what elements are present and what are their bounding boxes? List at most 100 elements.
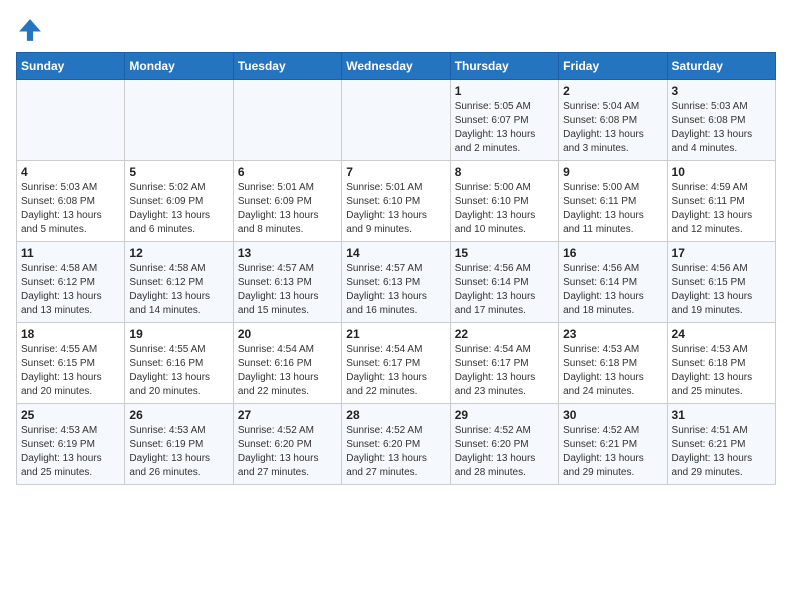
week-row-2: 4 Sunrise: 5:03 AM Sunset: 6:08 PM Daylig…	[17, 161, 776, 242]
day-info: Sunrise: 5:04 AM Sunset: 6:08 PM Dayligh…	[563, 100, 662, 156]
calendar-cell: 5 Sunrise: 5:02 AM Sunset: 6:09 PM Daylig…	[125, 161, 233, 242]
calendar-cell: 30 Sunrise: 4:52 AM Sunset: 6:21 PM Dayli…	[559, 404, 667, 485]
day-number: 30	[563, 408, 662, 422]
day-info: Sunrise: 4:58 AM Sunset: 6:12 PM Dayligh…	[21, 262, 120, 318]
day-info: Sunrise: 5:03 AM Sunset: 6:08 PM Dayligh…	[672, 100, 771, 156]
day-number: 22	[455, 327, 554, 341]
calendar-cell: 19 Sunrise: 4:55 AM Sunset: 6:16 PM Dayli…	[125, 323, 233, 404]
day-info: Sunrise: 4:52 AM Sunset: 6:20 PM Dayligh…	[346, 424, 445, 480]
week-row-1: 1 Sunrise: 5:05 AM Sunset: 6:07 PM Daylig…	[17, 80, 776, 161]
day-info: Sunrise: 4:52 AM Sunset: 6:20 PM Dayligh…	[455, 424, 554, 480]
day-number: 7	[346, 165, 445, 179]
day-number: 29	[455, 408, 554, 422]
calendar-cell: 29 Sunrise: 4:52 AM Sunset: 6:20 PM Dayli…	[450, 404, 558, 485]
calendar-cell: 18 Sunrise: 4:55 AM Sunset: 6:15 PM Dayli…	[17, 323, 125, 404]
calendar-cell: 21Sunrise: 4:54 AM Sunset: 6:17 PM Dayli…	[342, 323, 450, 404]
day-number: 21	[346, 327, 445, 341]
day-number: 18	[21, 327, 120, 341]
day-number: 14	[346, 246, 445, 260]
day-number: 5	[129, 165, 228, 179]
day-number: 13	[238, 246, 337, 260]
day-info: Sunrise: 4:57 AM Sunset: 6:13 PM Dayligh…	[238, 262, 337, 318]
dow-header-sunday: Sunday	[17, 53, 125, 80]
dow-header-saturday: Saturday	[667, 53, 775, 80]
day-number: 25	[21, 408, 120, 422]
day-number: 4	[21, 165, 120, 179]
calendar-cell	[342, 80, 450, 161]
day-number: 28	[346, 408, 445, 422]
day-number: 19	[129, 327, 228, 341]
days-of-week-header: SundayMondayTuesdayWednesdayThursdayFrid…	[17, 53, 776, 80]
calendar-cell: 22 Sunrise: 4:54 AM Sunset: 6:17 PM Dayli…	[450, 323, 558, 404]
day-number: 16	[563, 246, 662, 260]
day-info: Sunrise: 4:57 AM Sunset: 6:13 PM Dayligh…	[346, 262, 445, 318]
week-row-4: 18 Sunrise: 4:55 AM Sunset: 6:15 PM Dayli…	[17, 323, 776, 404]
day-info: Sunrise: 4:53 AM Sunset: 6:19 PM Dayligh…	[21, 424, 120, 480]
day-info: Sunrise: 5:01 AM Sunset: 6:10 PM Dayligh…	[346, 181, 445, 237]
dow-header-friday: Friday	[559, 53, 667, 80]
calendar-body: 1 Sunrise: 5:05 AM Sunset: 6:07 PM Daylig…	[17, 80, 776, 485]
logo	[16, 16, 46, 44]
day-info: Sunrise: 4:55 AM Sunset: 6:16 PM Dayligh…	[129, 343, 228, 399]
calendar-table: SundayMondayTuesdayWednesdayThursdayFrid…	[16, 52, 776, 485]
dow-header-monday: Monday	[125, 53, 233, 80]
day-info: Sunrise: 4:54 AM Sunset: 6:16 PM Dayligh…	[238, 343, 337, 399]
day-info: Sunrise: 4:51 AM Sunset: 6:21 PM Dayligh…	[672, 424, 771, 480]
calendar-cell: 11 Sunrise: 4:58 AM Sunset: 6:12 PM Dayli…	[17, 242, 125, 323]
day-info: Sunrise: 4:55 AM Sunset: 6:15 PM Dayligh…	[21, 343, 120, 399]
day-info: Sunrise: 4:56 AM Sunset: 6:14 PM Dayligh…	[563, 262, 662, 318]
calendar-cell: 27 Sunrise: 4:52 AM Sunset: 6:20 PM Dayli…	[233, 404, 341, 485]
day-info: Sunrise: 5:05 AM Sunset: 6:07 PM Dayligh…	[455, 100, 554, 156]
day-info: Sunrise: 5:02 AM Sunset: 6:09 PM Dayligh…	[129, 181, 228, 237]
dow-header-thursday: Thursday	[450, 53, 558, 80]
calendar-cell: 1 Sunrise: 5:05 AM Sunset: 6:07 PM Daylig…	[450, 80, 558, 161]
dow-header-tuesday: Tuesday	[233, 53, 341, 80]
day-number: 10	[672, 165, 771, 179]
calendar-cell	[17, 80, 125, 161]
calendar-cell: 14 Sunrise: 4:57 AM Sunset: 6:13 PM Dayli…	[342, 242, 450, 323]
day-info: Sunrise: 5:01 AM Sunset: 6:09 PM Dayligh…	[238, 181, 337, 237]
calendar-cell: 9 Sunrise: 5:00 AM Sunset: 6:11 PM Daylig…	[559, 161, 667, 242]
day-info: Sunrise: 4:53 AM Sunset: 6:18 PM Dayligh…	[672, 343, 771, 399]
calendar-cell: 24 Sunrise: 4:53 AM Sunset: 6:18 PM Dayli…	[667, 323, 775, 404]
calendar-cell: 8 Sunrise: 5:00 AM Sunset: 6:10 PM Daylig…	[450, 161, 558, 242]
day-number: 24	[672, 327, 771, 341]
day-number: 9	[563, 165, 662, 179]
day-info: Sunrise: 5:03 AM Sunset: 6:08 PM Dayligh…	[21, 181, 120, 237]
calendar-cell: 13 Sunrise: 4:57 AM Sunset: 6:13 PM Dayli…	[233, 242, 341, 323]
calendar-cell: 12Sunrise: 4:58 AM Sunset: 6:12 PM Dayli…	[125, 242, 233, 323]
day-number: 17	[672, 246, 771, 260]
day-info: Sunrise: 4:52 AM Sunset: 6:20 PM Dayligh…	[238, 424, 337, 480]
calendar-cell: 28 Sunrise: 4:52 AM Sunset: 6:20 PM Dayli…	[342, 404, 450, 485]
day-number: 20	[238, 327, 337, 341]
calendar-cell: 26Sunrise: 4:53 AM Sunset: 6:19 PM Dayli…	[125, 404, 233, 485]
day-number: 11	[21, 246, 120, 260]
day-number: 27	[238, 408, 337, 422]
day-number: 2	[563, 84, 662, 98]
calendar-cell	[233, 80, 341, 161]
week-row-3: 11 Sunrise: 4:58 AM Sunset: 6:12 PM Dayli…	[17, 242, 776, 323]
calendar-cell: 31Sunrise: 4:51 AM Sunset: 6:21 PM Dayli…	[667, 404, 775, 485]
calendar-cell	[125, 80, 233, 161]
day-number: 1	[455, 84, 554, 98]
day-number: 6	[238, 165, 337, 179]
dow-header-wednesday: Wednesday	[342, 53, 450, 80]
day-number: 26	[129, 408, 228, 422]
calendar-cell: 15Sunrise: 4:56 AM Sunset: 6:14 PM Dayli…	[450, 242, 558, 323]
day-info: Sunrise: 4:54 AM Sunset: 6:17 PM Dayligh…	[455, 343, 554, 399]
day-info: Sunrise: 4:56 AM Sunset: 6:15 PM Dayligh…	[672, 262, 771, 318]
calendar-cell: 3 Sunrise: 5:03 AM Sunset: 6:08 PM Daylig…	[667, 80, 775, 161]
calendar-cell: 16 Sunrise: 4:56 AM Sunset: 6:14 PM Dayli…	[559, 242, 667, 323]
day-info: Sunrise: 4:52 AM Sunset: 6:21 PM Dayligh…	[563, 424, 662, 480]
calendar-cell: 4 Sunrise: 5:03 AM Sunset: 6:08 PM Daylig…	[17, 161, 125, 242]
day-info: Sunrise: 5:00 AM Sunset: 6:11 PM Dayligh…	[563, 181, 662, 237]
day-number: 15	[455, 246, 554, 260]
logo-icon	[16, 16, 44, 44]
day-info: Sunrise: 5:00 AM Sunset: 6:10 PM Dayligh…	[455, 181, 554, 237]
day-info: Sunrise: 4:53 AM Sunset: 6:18 PM Dayligh…	[563, 343, 662, 399]
calendar-cell: 17 Sunrise: 4:56 AM Sunset: 6:15 PM Dayli…	[667, 242, 775, 323]
day-number: 8	[455, 165, 554, 179]
day-number: 3	[672, 84, 771, 98]
day-number: 12	[129, 246, 228, 260]
calendar-cell: 23Sunrise: 4:53 AM Sunset: 6:18 PM Dayli…	[559, 323, 667, 404]
